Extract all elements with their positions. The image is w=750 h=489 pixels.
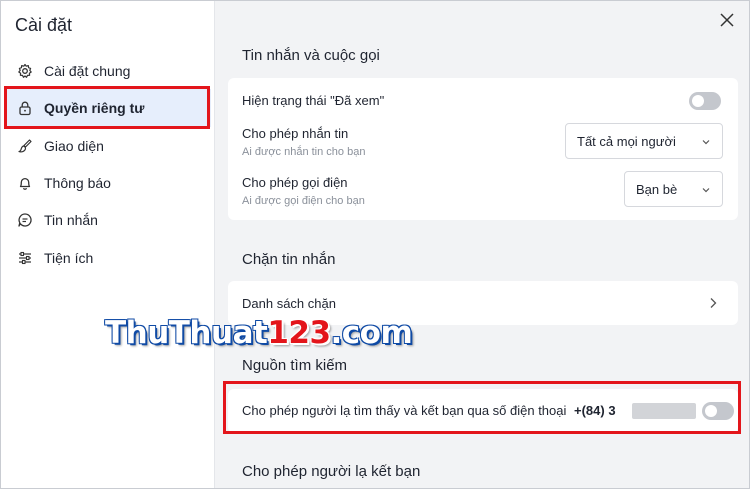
allow-phone-search-toggle[interactable] xyxy=(702,402,734,420)
lock-icon xyxy=(17,100,33,116)
allow-calls-value: Bạn bè xyxy=(636,181,678,197)
allow-messages-value: Tất cả mọi người xyxy=(577,133,676,149)
chat-icon xyxy=(17,212,33,228)
sidebar-title: Cài đặt xyxy=(15,15,73,35)
allow-calls-select[interactable]: Bạn bè xyxy=(624,171,723,207)
paint-brush-icon xyxy=(17,138,33,154)
allow-calls-sublabel: Ai được gọi điện cho bạn xyxy=(242,195,365,207)
chevron-right-icon xyxy=(710,298,717,308)
sidebar: Cài đặt Cài đặt chung Quyền riêng tư Gia… xyxy=(1,1,215,488)
block-list-label: Danh sách chặn xyxy=(242,296,336,311)
allow-calls-label: Cho phép gọi điện xyxy=(242,175,348,190)
sidebar-item-label: Quyền riêng tư xyxy=(44,100,145,116)
sidebar-item-label: Giao diện xyxy=(44,138,104,154)
phone-number-prefix: +(84) 3 xyxy=(574,403,616,418)
seen-status-toggle[interactable] xyxy=(689,92,721,110)
close-icon xyxy=(720,13,734,27)
section-title-allow-friends: Cho phép người lạ kết bạn xyxy=(242,463,421,480)
sliders-icon xyxy=(17,250,33,266)
settings-main-panel: Tin nhắn và cuộc gọi Hiện trạng thái "Đã… xyxy=(215,1,749,488)
blurred-phone-number xyxy=(632,403,696,419)
allow-messages-select[interactable]: Tất cả mọi người xyxy=(565,123,723,159)
sidebar-item-label: Tiện ích xyxy=(44,250,94,266)
bell-icon xyxy=(17,175,33,191)
seen-status-label: Hiện trạng thái "Đã xem" xyxy=(242,93,385,108)
sidebar-item-label: Tin nhắn xyxy=(44,212,98,228)
sidebar-item-messages[interactable]: Tin nhắn xyxy=(5,201,211,239)
sidebar-item-label: Thông báo xyxy=(44,175,111,191)
sidebar-item-privacy[interactable]: Quyền riêng tư xyxy=(5,89,211,127)
toggle-knob xyxy=(692,95,704,107)
section-title-search-source: Nguồn tìm kiếm xyxy=(242,357,348,374)
section-title-messages-calls: Tin nhắn và cuộc gọi xyxy=(242,47,380,64)
chevron-down-icon xyxy=(702,188,710,193)
allow-phone-search-text: Cho phép người lạ tìm thấy và kết bạn qu… xyxy=(242,403,567,418)
allow-phone-search-row: Cho phép người lạ tìm thấy và kết bạn qu… xyxy=(228,389,738,433)
section-title-block: Chặn tin nhắn xyxy=(242,251,336,268)
allow-messages-sublabel: Ai được nhắn tin cho bạn xyxy=(242,146,366,158)
sidebar-item-appearance[interactable]: Giao diện xyxy=(5,127,211,165)
messages-calls-card: Hiện trạng thái "Đã xem" Cho phép nhắn t… xyxy=(228,78,738,220)
chevron-down-icon xyxy=(702,140,710,145)
close-button[interactable] xyxy=(717,10,737,30)
sidebar-item-notifications[interactable]: Thông báo xyxy=(5,164,211,202)
toggle-knob xyxy=(705,405,717,417)
block-list-row[interactable]: Danh sách chặn xyxy=(228,281,738,325)
allow-phone-search-label: Cho phép người lạ tìm thấy và kết bạn qu… xyxy=(242,403,616,418)
sidebar-item-general[interactable]: Cài đặt chung xyxy=(5,52,211,90)
sidebar-item-utilities[interactable]: Tiện ích xyxy=(5,239,211,277)
allow-messages-label: Cho phép nhắn tin xyxy=(242,126,349,141)
gear-icon xyxy=(17,63,33,79)
sidebar-item-label: Cài đặt chung xyxy=(44,63,131,79)
settings-window: Cài đặt Cài đặt chung Quyền riêng tư Gia… xyxy=(0,0,750,489)
